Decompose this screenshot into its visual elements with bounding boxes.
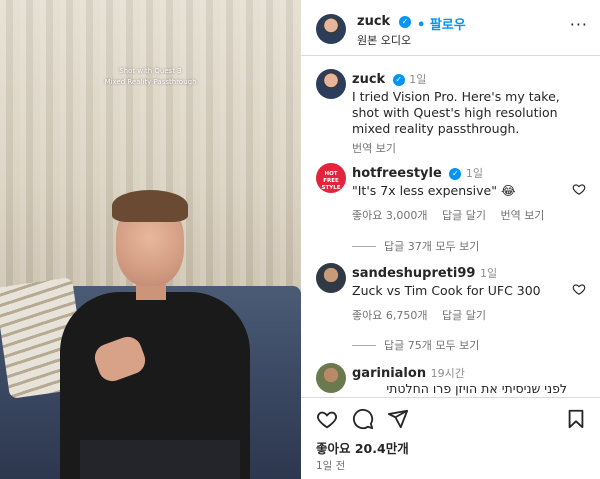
- comment-time: 1일: [465, 167, 483, 180]
- author-avatar[interactable]: [316, 14, 346, 44]
- heart-icon[interactable]: [316, 408, 338, 430]
- author-username[interactable]: zuck: [357, 14, 390, 29]
- comment-actions: 좋아요 6,750개 답글 달기: [352, 307, 497, 323]
- follow-label[interactable]: 팔로우: [430, 18, 466, 33]
- comment-username[interactable]: sandeshupreti99: [352, 266, 475, 281]
- comment-likes[interactable]: 좋아요 3,000개: [352, 209, 427, 222]
- verified-badge-icon: ✓: [392, 73, 405, 86]
- video-overlay-text: Shot with Quest 3 Mixed Reality Passthro…: [0, 66, 301, 88]
- post-timestamp: 1일 전: [316, 460, 346, 472]
- follow-button[interactable]: • 팔로우: [417, 14, 466, 33]
- comment-text: לפני שניסיתי את הויזן פרו החלטתי: [386, 381, 567, 396]
- video-person: [60, 190, 260, 479]
- caption-username[interactable]: zuck: [352, 72, 385, 87]
- comment-likes[interactable]: 좋아요 6,750개: [352, 309, 427, 322]
- verified-badge-icon: ✓: [449, 167, 462, 180]
- heart-icon[interactable]: [572, 182, 586, 196]
- comment-icon[interactable]: [352, 408, 374, 430]
- view-replies-link[interactable]: 답글 37개 모두 보기: [352, 238, 479, 254]
- heart-icon[interactable]: [572, 282, 586, 296]
- overlay-line-2: Mixed Reality Passthrough: [104, 78, 197, 86]
- comment-item: HOT FREE STYLE hotfreestyle ✓ 1일 "It's 7…: [301, 161, 600, 256]
- comment-actions: 좋아요 3,000개 답글 달기 번역 보기: [352, 207, 555, 223]
- comment-text: Zuck vs Tim Cook for UFC 300: [352, 283, 541, 298]
- view-replies-link[interactable]: 답글 75개 모두 보기: [352, 337, 479, 353]
- comment-item: garinialon 19시간 לפני שניסיתי את הויזן פר…: [301, 361, 600, 397]
- more-horizontal-icon[interactable]: ···: [570, 17, 588, 33]
- caption-time: 1일: [409, 73, 427, 86]
- post-side-panel: zuck ✓ • 팔로우 원본 오디오 ··· zuck ✓ 1일 I trie…: [301, 0, 600, 479]
- comments-list[interactable]: zuck ✓ 1일 I tried Vision Pro. Here's my …: [301, 57, 600, 397]
- reply-button[interactable]: 답글 달기: [442, 309, 486, 322]
- post-video[interactable]: Shot with Quest 3 Mixed Reality Passthro…: [0, 0, 301, 479]
- bookmark-icon[interactable]: [565, 408, 587, 430]
- caption-avatar[interactable]: [316, 69, 346, 99]
- comment-time: 19시간: [430, 367, 465, 380]
- caption-text: I tried Vision Pro. Here's my take, shot…: [352, 89, 560, 136]
- comment-avatar[interactable]: HOT FREE STYLE: [316, 163, 346, 193]
- comment-username[interactable]: garinialon: [352, 366, 426, 381]
- comment-avatar[interactable]: [316, 263, 346, 293]
- overlay-line-1: Shot with Quest 3: [119, 67, 182, 75]
- post-likes-count[interactable]: 좋아요 20.4만개: [316, 438, 409, 457]
- post-caption: zuck ✓ 1일 I tried Vision Pro. Here's my …: [301, 67, 600, 157]
- reply-button[interactable]: 답글 달기: [442, 209, 486, 222]
- comment-time: 1일: [479, 267, 498, 280]
- comment-avatar[interactable]: [316, 363, 346, 393]
- comment-item: sandeshupreti99 1일 Zuck vs Tim Cook for …: [301, 261, 600, 353]
- post-actions-bar: 좋아요 20.4만개 1일 전: [301, 397, 600, 479]
- original-audio-link[interactable]: 원본 오디오: [357, 32, 411, 48]
- post-header: zuck ✓ • 팔로우 원본 오디오 ···: [301, 0, 600, 56]
- comment-username[interactable]: hotfreestyle: [352, 166, 442, 181]
- translate-link[interactable]: 번역 보기: [500, 209, 544, 222]
- verified-badge-icon: ✓: [399, 16, 411, 28]
- comment-text: "It's 7x less expensive" 😂: [352, 183, 516, 198]
- caption-translate-link[interactable]: 번역 보기: [352, 140, 396, 156]
- share-icon[interactable]: [387, 408, 409, 430]
